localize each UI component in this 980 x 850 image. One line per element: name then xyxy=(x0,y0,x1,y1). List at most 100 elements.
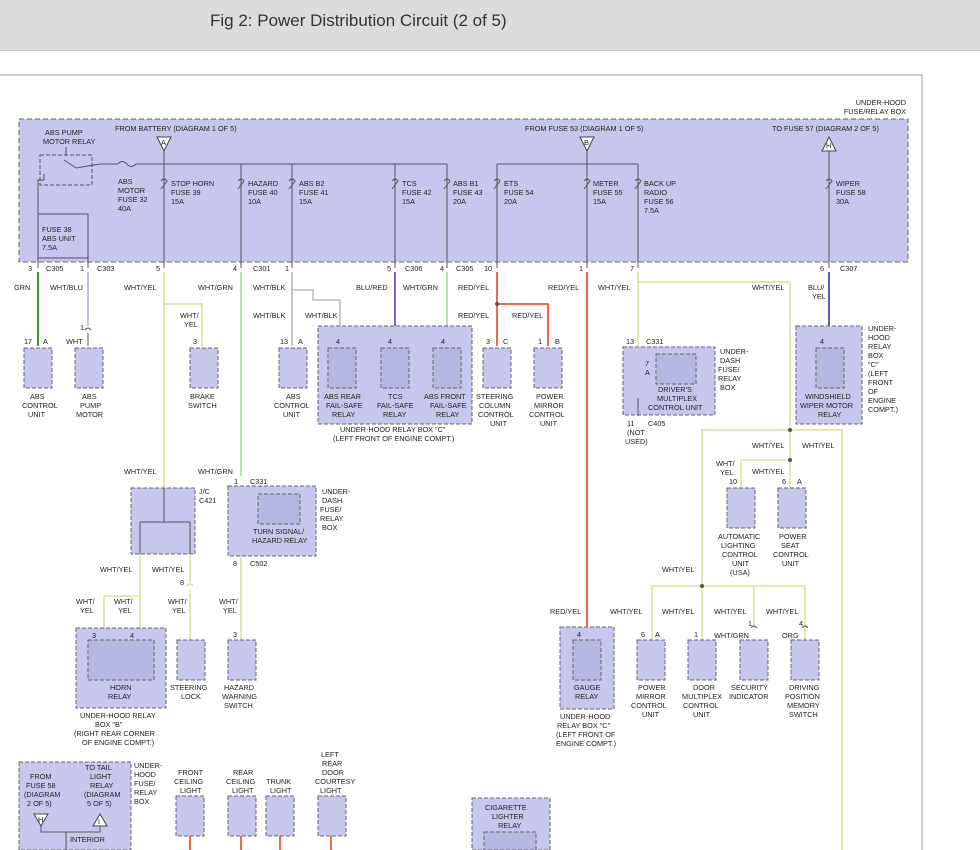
diagram-label: FUSE 42 xyxy=(402,188,432,197)
diagram-label: STEERING xyxy=(476,392,514,401)
hazard-warning-switch: 3 HAZARDWARNINGSWITCH xyxy=(222,630,257,710)
diagram-label: TCS xyxy=(402,179,417,188)
diagram-label: 3 xyxy=(28,264,32,273)
diagram-label: SWITCH xyxy=(224,701,253,710)
svg-text:8: 8 xyxy=(180,578,184,587)
power-mirror-control-unit-2: 6 A POWERMIRRORCONTROLUNIT xyxy=(631,630,667,719)
diagram-label: MOTOR RELAY xyxy=(43,137,96,146)
svg-text:4: 4 xyxy=(577,630,581,639)
diagram-label: SEAT xyxy=(781,541,800,550)
diagram-label: RELAY xyxy=(320,514,344,523)
diagram-label: C421 xyxy=(199,496,216,505)
diagram-label: UNDER- xyxy=(720,347,749,356)
diagram-label: C331 xyxy=(646,337,663,346)
svg-text:3: 3 xyxy=(486,337,490,346)
svg-text:A: A xyxy=(797,477,802,486)
fuse-box-label-1: UNDER-HOOD xyxy=(856,98,906,107)
diagram-label: UNIT xyxy=(693,710,711,719)
diagram-label: FUSE 38 xyxy=(42,225,72,234)
diagram-label: YEL xyxy=(80,606,94,615)
diagram-label: C305 xyxy=(46,264,63,273)
front-ceiling-light: FRONTCEILINGLIGHT xyxy=(174,768,205,850)
diagram-label: (NOT xyxy=(627,428,645,437)
title-bar: Fig 2: Power Distribution Circuit (2 of … xyxy=(0,0,980,51)
diagram-label: HAZARD RELAY xyxy=(252,536,308,545)
power-seat-control-unit: 6 A POWERSEATCONTROLUNIT xyxy=(773,477,809,568)
diagram-label: WHT/GRN xyxy=(403,283,438,292)
to-fuse57-label: TO FUSE 57 (DIAGRAM 2 OF 5) xyxy=(772,124,879,133)
diagram-label: COLUMN xyxy=(479,401,511,410)
diagram-label: UNIT xyxy=(642,710,660,719)
diagram-label: ENGINE COMPT.) xyxy=(556,739,616,748)
svg-text:1: 1 xyxy=(694,630,698,639)
diagram-label: RELAY xyxy=(575,692,599,701)
diagram-label: CEILING xyxy=(174,777,204,786)
diagram-label: LIGHTER xyxy=(492,812,524,821)
svg-text:3: 3 xyxy=(193,337,197,346)
diagram-label: (RIGHT REAR CORNER xyxy=(74,729,155,738)
door-multiplex-control-unit: 1 DOORMULTIPLEXCONTROLUNIT xyxy=(682,630,722,719)
diagram-label: FUSE/ xyxy=(320,505,342,514)
svg-text:17: 17 xyxy=(24,337,32,346)
diagram-label: 1 xyxy=(80,264,84,273)
diagram-label: BLU/RED xyxy=(356,283,388,292)
from-battery-label: FROM BATTERY (DIAGRAM 1 OF 5) xyxy=(115,124,237,133)
diagram-label: LOCK xyxy=(181,692,201,701)
diagram-label: UNDER-HOOD RELAY xyxy=(80,711,156,720)
svg-text:4: 4 xyxy=(388,337,392,346)
svg-text:6: 6 xyxy=(782,477,786,486)
diagram-label: LIGHTING xyxy=(721,541,756,550)
diagram-label: CONTROL xyxy=(22,401,58,410)
diagram-label: CONTROL xyxy=(722,550,758,559)
diagram-label: USED) xyxy=(625,437,648,446)
diagram-label: 5 xyxy=(156,264,160,273)
diagram-label: UNDER- xyxy=(134,761,163,770)
diagram-label: LIGHT xyxy=(90,772,112,781)
diagram-label: C405 xyxy=(648,419,665,428)
diagram-label: WHT/BLU xyxy=(50,283,83,292)
diagram-label: YEL xyxy=(184,320,198,329)
horn-relay-box: 3 4 HORNRELAY UNDER-HOOD RELAYBOX "B"(RIG… xyxy=(74,627,167,747)
diagram-label: RELAY xyxy=(90,781,114,790)
diagram-label: FUSE 55 xyxy=(593,188,623,197)
diagram-label: WHT/YEL xyxy=(752,467,784,476)
diagram-label: RED/YEL xyxy=(548,283,579,292)
diagram-label: WHT/YEL xyxy=(124,283,156,292)
diagram-label: WHT/YEL xyxy=(152,565,184,574)
diagram-label: DOOR xyxy=(322,768,344,777)
diagram-label: WHT/YEL xyxy=(662,607,694,616)
diagram-label: BOX xyxy=(868,351,884,360)
diagram-label: LIGHT xyxy=(320,786,342,795)
diagram-label: (DIAGRAM xyxy=(84,790,121,799)
abs-control-unit-2: 13 A ABSCONTROLUNIT xyxy=(274,337,310,419)
diagram-label: 4 xyxy=(440,264,444,273)
diagram-label: FUSE/ xyxy=(718,365,740,374)
diagram-label: FUSE/ xyxy=(134,779,156,788)
diagram-label: MOTOR xyxy=(76,410,103,419)
svg-text:B: B xyxy=(555,337,560,346)
diagram-label: UNDER- xyxy=(868,324,897,333)
svg-text:8: 8 xyxy=(233,559,237,568)
svg-text:4: 4 xyxy=(130,631,134,640)
trunk-light: TRUNKLIGHT xyxy=(265,777,295,850)
diagram-label: MEMORY xyxy=(787,701,820,710)
svg-text:4: 4 xyxy=(820,337,824,346)
diagram-label: SECURITY xyxy=(731,683,768,692)
diagram-label: STOP HORN xyxy=(171,179,214,188)
diagram-label: FAIL-SAFE xyxy=(326,401,363,410)
diagram-label: ABS xyxy=(30,392,45,401)
diagram-label: DRIVING xyxy=(789,683,820,692)
diagram-label: BACK UP xyxy=(644,179,676,188)
diagram-label: RED/YEL xyxy=(458,283,489,292)
diagram-label: 5 OF 5) xyxy=(87,799,112,808)
junction-connector-c421: J/CC421 xyxy=(130,487,216,555)
diagram-label: HOOD xyxy=(868,333,890,342)
diagram-label: WHT/YEL xyxy=(752,283,784,292)
svg-text:13: 13 xyxy=(280,337,288,346)
diagram-label: CONTROL UNIT xyxy=(648,403,703,412)
diagram-label: POSITION xyxy=(785,692,820,701)
diagram-label: WHT/ xyxy=(219,597,239,606)
diagram-label: C502 xyxy=(250,559,267,568)
diagram-label: (LEFT xyxy=(868,369,889,378)
diagram-label: UNDER-HOOD RELAY BOX "C" xyxy=(340,425,446,434)
